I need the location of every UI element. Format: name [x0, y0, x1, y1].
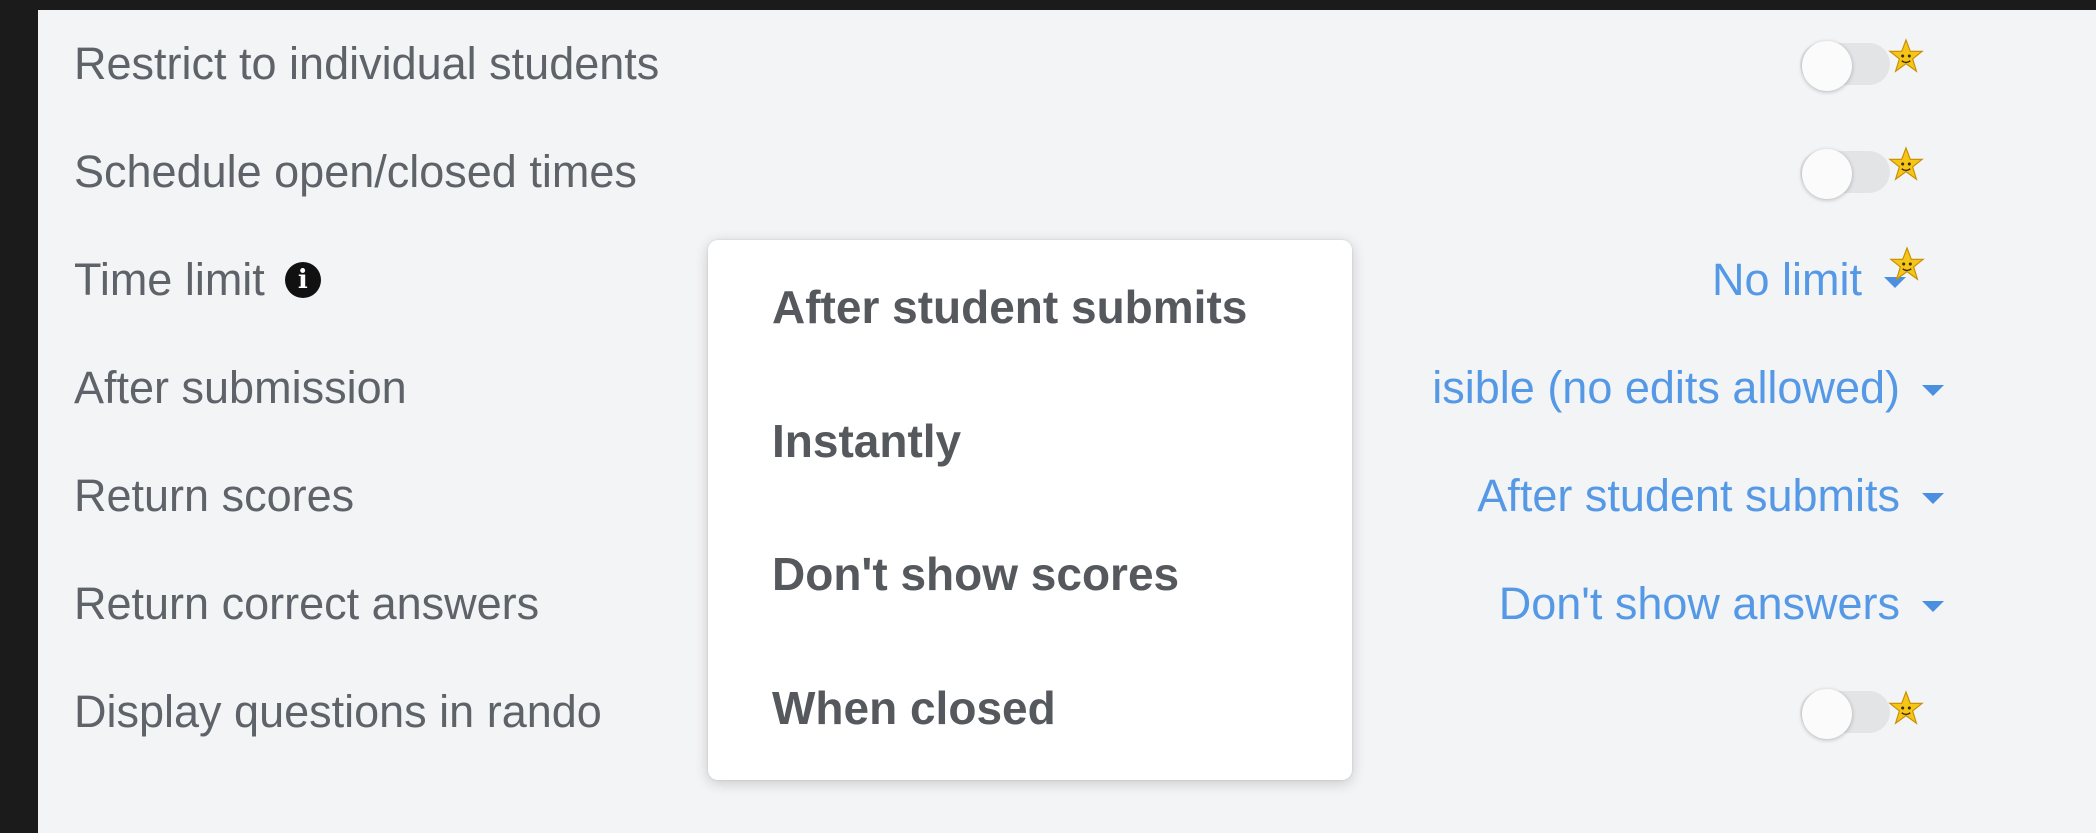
random-order-label: Display questions in rando — [74, 686, 602, 737]
caret-down-icon — [1922, 600, 1944, 612]
dropdown-option-after-student-submits[interactable]: After student submits — [772, 280, 1247, 334]
return-scores-label: Return scores — [74, 470, 355, 521]
star-badge-icon — [1889, 246, 1925, 281]
star-badge-icon — [1888, 38, 1924, 73]
time-limit-value: No limit — [1711, 254, 1862, 305]
toggle-knob — [1802, 689, 1852, 739]
info-icon[interactable]: i — [284, 262, 321, 298]
schedule-toggle[interactable] — [1800, 149, 1890, 199]
dropdown-option-when-closed[interactable]: When closed — [772, 681, 1056, 735]
time-limit-label: Time limit i — [74, 254, 321, 306]
return-answers-select[interactable]: Don't show answers — [1499, 578, 1944, 630]
return-scores-select[interactable]: After student submits — [1477, 470, 1944, 522]
setting-row-restrict: Restrict to individual students — [38, 10, 2096, 118]
caret-down-icon — [1922, 492, 1944, 504]
return-scores-value: After student submits — [1477, 470, 1900, 521]
dropdown-option-dont-show-scores[interactable]: Don't show scores — [772, 547, 1179, 601]
settings-panel: Restrict to individual students Schedule… — [38, 10, 2096, 833]
setting-row-schedule: Schedule open/closed times — [38, 118, 2096, 226]
star-badge-icon — [1888, 146, 1924, 181]
restrict-toggle[interactable] — [1800, 41, 1890, 91]
after-submission-value: isible (no edits allowed) — [1432, 362, 1900, 413]
star-badge-icon — [1888, 690, 1924, 725]
toggle-knob — [1802, 41, 1852, 91]
toggle-knob — [1802, 149, 1852, 199]
dropdown-option-instantly[interactable]: Instantly — [772, 414, 961, 468]
after-submission-select[interactable]: isible (no edits allowed) — [1432, 362, 1944, 414]
return-answers-label: Return correct answers — [74, 578, 540, 629]
schedule-label: Schedule open/closed times — [74, 146, 637, 197]
return-answers-value: Don't show answers — [1498, 578, 1900, 629]
return-scores-dropdown-menu: After student submits Instantly Don't sh… — [708, 240, 1352, 780]
after-submission-label: After submission — [74, 362, 407, 413]
caret-down-icon — [1922, 384, 1944, 396]
restrict-label: Restrict to individual students — [74, 38, 660, 89]
time-limit-select[interactable]: No limit — [1712, 254, 1906, 306]
random-order-toggle[interactable] — [1800, 689, 1890, 739]
time-limit-text: Time limit — [74, 254, 265, 305]
